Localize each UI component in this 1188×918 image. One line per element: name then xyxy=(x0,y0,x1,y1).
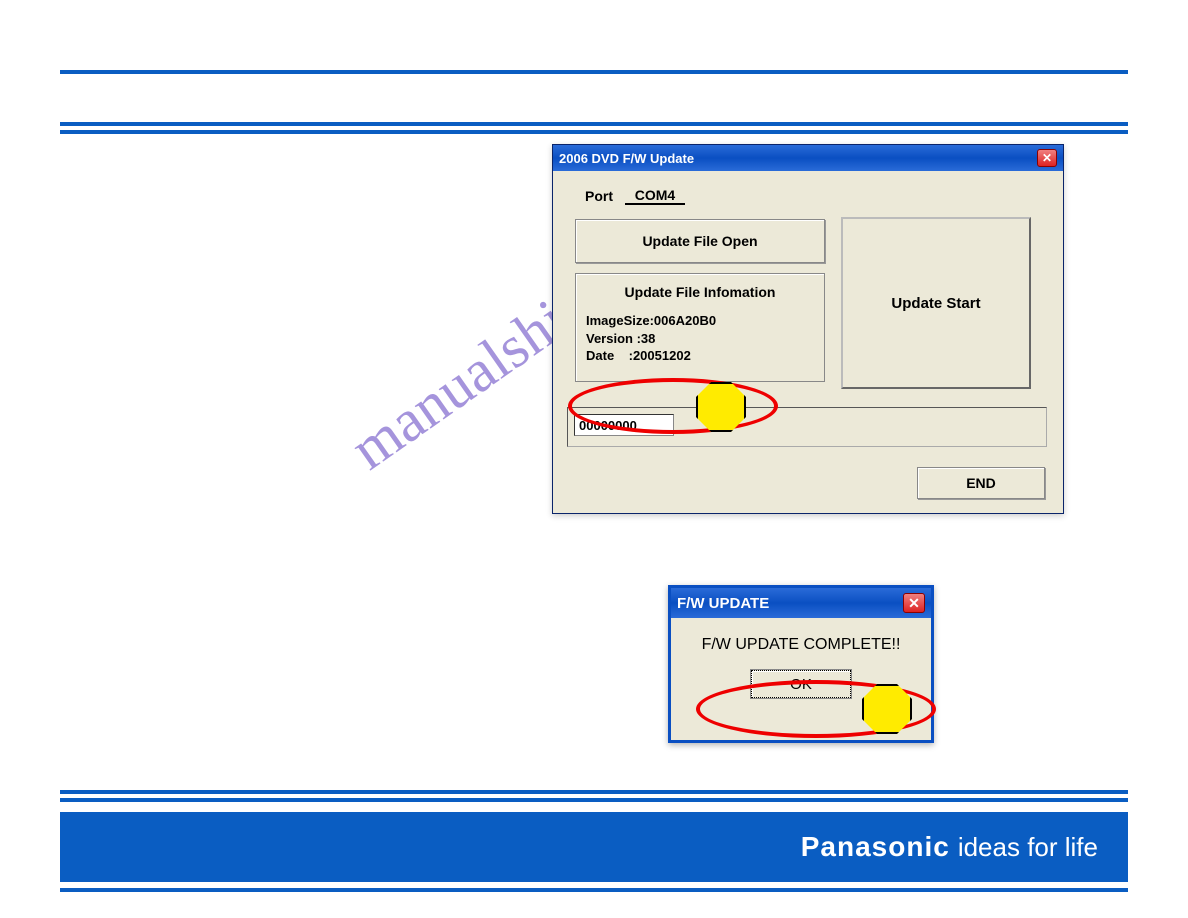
counter-value: 00000000 xyxy=(574,414,674,436)
divider xyxy=(60,790,1128,794)
ok-button[interactable]: OK xyxy=(751,670,851,698)
dialog-title: F/W UPDATE xyxy=(677,595,903,612)
port-label: Port xyxy=(585,188,613,204)
close-icon[interactable]: ✕ xyxy=(1037,149,1057,167)
footer-brand: Panasonic xyxy=(801,831,950,863)
window-title: 2006 DVD F/W Update xyxy=(559,151,1037,166)
divider xyxy=(60,122,1128,126)
close-icon[interactable]: ✕ xyxy=(903,593,925,613)
footer-slogan: ideas for life xyxy=(958,832,1098,863)
update-file-open-button[interactable]: Update File Open xyxy=(575,219,825,263)
file-info-header: Update File Infomation xyxy=(576,278,824,306)
titlebar: F/W UPDATE ✕ xyxy=(671,588,931,618)
divider xyxy=(60,798,1128,802)
divider xyxy=(60,130,1128,134)
end-button[interactable]: END xyxy=(917,467,1045,499)
dialog-message: F/W UPDATE COMPLETE!! xyxy=(671,618,931,658)
date-text: Date :20051202 xyxy=(586,347,814,365)
update-start-button[interactable]: Update Start xyxy=(841,217,1031,389)
file-info-group: Update File Infomation ImageSize:006A20B… xyxy=(575,273,825,382)
message-dialog: F/W UPDATE ✕ F/W UPDATE COMPLETE!! OK xyxy=(668,585,934,743)
file-info-body: ImageSize:006A20B0 Version :38 Date :200… xyxy=(576,306,824,371)
divider xyxy=(60,70,1128,74)
divider xyxy=(60,888,1128,892)
footer-band: Panasonic ideas for life xyxy=(60,812,1128,882)
titlebar: 2006 DVD F/W Update ✕ xyxy=(553,145,1063,171)
version-text: Version :38 xyxy=(586,330,814,348)
update-window: 2006 DVD F/W Update ✕ Port COM4 Update F… xyxy=(552,144,1064,514)
progress-group: 00000000 xyxy=(567,407,1047,447)
image-size-text: ImageSize:006A20B0 xyxy=(586,312,814,330)
port-row: Port COM4 xyxy=(585,187,1049,205)
port-value: COM4 xyxy=(625,187,685,205)
